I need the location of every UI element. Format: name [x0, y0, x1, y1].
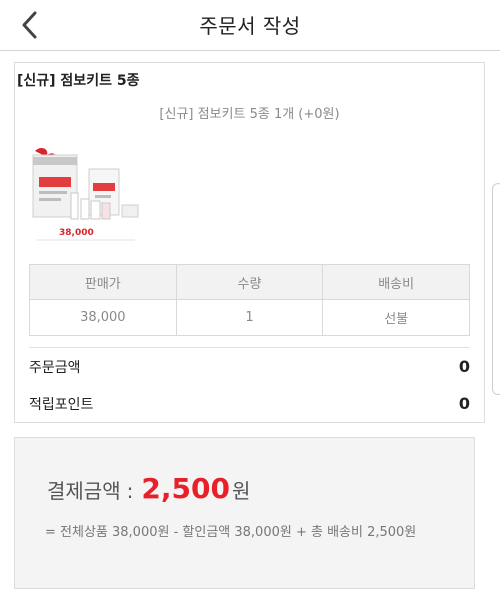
- order-amount-row: 주문금액 0: [29, 357, 470, 379]
- payment-summary: 결제금액 : 2,500 원 = 전체상품 38,000원 - 할인금액 38,…: [14, 437, 475, 589]
- payment-total-line: 결제금액 : 2,500 원: [47, 472, 250, 505]
- product-thumbnail[interactable]: 38,000: [29, 143, 143, 245]
- column-header-price: 판매가: [29, 264, 177, 300]
- quantity-cell: 1: [175, 299, 324, 336]
- payment-breakdown: = 전체상품 38,000원 - 할인금액 38,000원 + 총 배송비 2,…: [45, 525, 417, 540]
- order-amount-label: 주문금액: [29, 360, 81, 376]
- table-row: 38,000 1 선불: [29, 299, 470, 336]
- points-value: 0: [458, 394, 470, 413]
- column-header-shipping: 배송비: [322, 264, 470, 300]
- thumbnail-price-label: 38,000: [59, 228, 94, 238]
- shipping-cell: 선불: [322, 299, 470, 336]
- payment-unit: 원: [231, 479, 251, 503]
- order-amount-value: 0: [458, 357, 470, 376]
- points-row: 적립포인트 0: [29, 394, 470, 416]
- product-card: [신규] 점보키트 5종 [신규] 점보키트 5종 1개 (+0원) 38,00…: [14, 62, 485, 423]
- product-name: [신규] 점보키트 5종: [17, 73, 140, 89]
- price-cell: 38,000: [29, 299, 177, 336]
- payment-label: 결제금액: [47, 479, 121, 503]
- scroll-handle[interactable]: [492, 183, 500, 395]
- payment-colon: :: [126, 479, 134, 503]
- points-label: 적립포인트: [29, 397, 94, 413]
- product-option-text: [신규] 점보키트 5종 1개 (+0원): [159, 107, 340, 122]
- column-header-quantity: 수량: [175, 264, 324, 300]
- page-title: 주문서 작성: [199, 14, 301, 38]
- price-table: 판매가 수량 배송비 38,000 1 선불: [29, 264, 470, 336]
- table-header-row: 판매가 수량 배송비: [29, 264, 470, 300]
- top-bar: 주문서 작성: [0, 0, 500, 51]
- payment-amount: 2,500: [141, 472, 230, 505]
- divider: [29, 347, 470, 348]
